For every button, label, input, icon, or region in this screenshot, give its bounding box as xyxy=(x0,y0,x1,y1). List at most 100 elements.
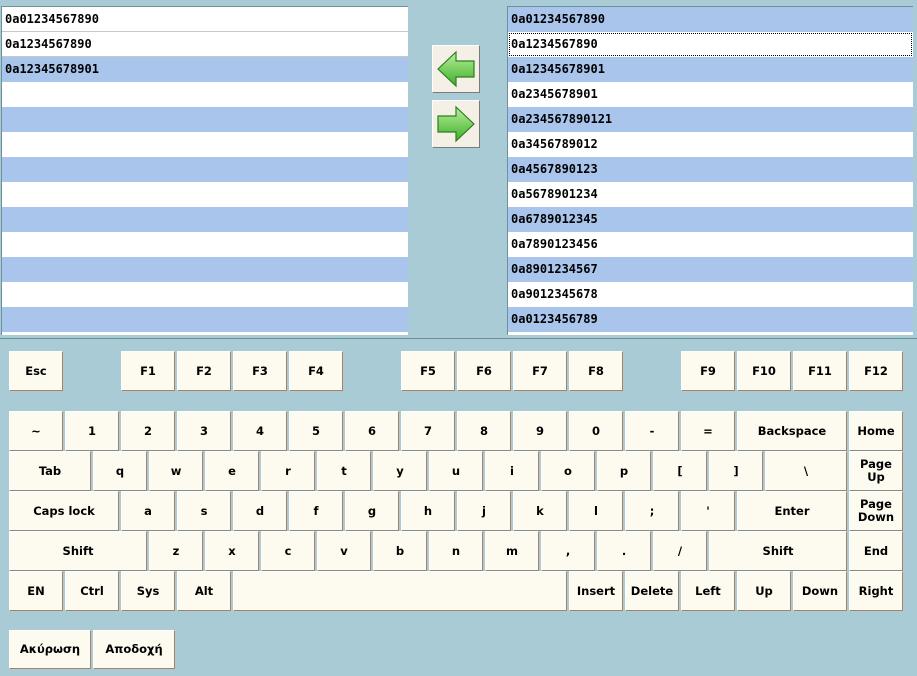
key-f7[interactable]: F7 xyxy=(513,351,567,391)
key-f8[interactable]: F8 xyxy=(569,351,623,391)
cancel-button[interactable]: Ακύρωση xyxy=(9,630,91,669)
key-w[interactable]: w xyxy=(149,451,203,491)
key-g[interactable]: g xyxy=(345,491,399,531)
list-item[interactable]: 0a1234567890 xyxy=(2,32,408,57)
move-right-button[interactable] xyxy=(432,100,480,148)
key-j[interactable]: j xyxy=(457,491,511,531)
key-tab[interactable]: Tab xyxy=(9,451,91,491)
key-backslash[interactable]: \ xyxy=(765,451,847,491)
accept-button[interactable]: Αποδοχή xyxy=(93,630,175,669)
list-item[interactable]: 0a5678901234 xyxy=(508,182,913,207)
list-item[interactable]: 0a3456789012 xyxy=(508,132,913,157)
key-equals[interactable]: = xyxy=(681,411,735,451)
key-n[interactable]: n xyxy=(429,531,483,571)
move-left-button[interactable] xyxy=(432,45,480,93)
key-o[interactable]: o xyxy=(541,451,595,491)
list-item[interactable]: 0a7890123456 xyxy=(508,232,913,257)
key-0[interactable]: 0 xyxy=(569,411,623,451)
key-f4[interactable]: F4 xyxy=(289,351,343,391)
key-h[interactable]: h xyxy=(401,491,455,531)
key-rbracket[interactable]: ] xyxy=(709,451,763,491)
key-comma[interactable]: , xyxy=(541,531,595,571)
key-t[interactable]: t xyxy=(317,451,371,491)
key-f11[interactable]: F11 xyxy=(793,351,847,391)
key-slash[interactable]: / xyxy=(653,531,707,571)
key-end[interactable]: End xyxy=(849,531,903,571)
key-8[interactable]: 8 xyxy=(457,411,511,451)
key-c[interactable]: c xyxy=(261,531,315,571)
key-insert[interactable]: Insert xyxy=(569,571,623,611)
key-f5[interactable]: F5 xyxy=(401,351,455,391)
key-7[interactable]: 7 xyxy=(401,411,455,451)
key-f1[interactable]: F1 xyxy=(121,351,175,391)
key-a[interactable]: a xyxy=(121,491,175,531)
key-page-up[interactable]: Page Up xyxy=(849,451,903,491)
list-item[interactable]: 0a1234567890 xyxy=(508,32,913,57)
key-u[interactable]: u xyxy=(429,451,483,491)
key-up[interactable]: Up xyxy=(737,571,791,611)
key-f10[interactable]: F10 xyxy=(737,351,791,391)
key-right[interactable]: Right xyxy=(849,571,903,611)
list-item[interactable]: 0a6789012345 xyxy=(508,207,913,232)
key-ctrl[interactable]: Ctrl xyxy=(65,571,119,611)
list-item[interactable]: 0a01234567890 xyxy=(508,7,913,32)
key-l[interactable]: l xyxy=(569,491,623,531)
list-item[interactable]: 0a12345678901 xyxy=(2,57,408,82)
key-f12[interactable]: F12 xyxy=(849,351,903,391)
key-alt[interactable]: Alt xyxy=(177,571,231,611)
key-page-down[interactable]: Page Down xyxy=(849,491,903,531)
key-4[interactable]: 4 xyxy=(233,411,287,451)
key-3[interactable]: 3 xyxy=(177,411,231,451)
key-en[interactable]: EN xyxy=(9,571,63,611)
list-item[interactable]: 0a234567890121 xyxy=(508,107,913,132)
key-f6[interactable]: F6 xyxy=(457,351,511,391)
key-delete[interactable]: Delete xyxy=(625,571,679,611)
key-quote[interactable]: ' xyxy=(681,491,735,531)
key-y[interactable]: y xyxy=(373,451,427,491)
key-left[interactable]: Left xyxy=(681,571,735,611)
key-esc[interactable]: Esc xyxy=(9,351,63,391)
list-item[interactable]: 0a2345678901 xyxy=(508,82,913,107)
list-item[interactable]: 0a12345678901 xyxy=(508,57,913,82)
key-k[interactable]: k xyxy=(513,491,567,531)
key-enter[interactable]: Enter xyxy=(737,491,847,531)
key-p[interactable]: p xyxy=(597,451,651,491)
key-q[interactable]: q xyxy=(93,451,147,491)
key-backspace[interactable]: Backspace xyxy=(737,411,847,451)
key-down[interactable]: Down xyxy=(793,571,847,611)
key-sys[interactable]: Sys xyxy=(121,571,175,611)
key-home[interactable]: Home xyxy=(849,411,903,451)
key-2[interactable]: 2 xyxy=(121,411,175,451)
key-f3[interactable]: F3 xyxy=(233,351,287,391)
key-shift-right[interactable]: Shift xyxy=(709,531,847,571)
key-shift-left[interactable]: Shift xyxy=(9,531,147,571)
key-f[interactable]: f xyxy=(289,491,343,531)
key-9[interactable]: 9 xyxy=(513,411,567,451)
key-z[interactable]: z xyxy=(149,531,203,571)
key-x[interactable]: x xyxy=(205,531,259,571)
key-i[interactable]: i xyxy=(485,451,539,491)
key-b[interactable]: b xyxy=(373,531,427,571)
key-period[interactable]: . xyxy=(597,531,651,571)
list-item[interactable]: 0a9012345678 xyxy=(508,282,913,307)
list-item[interactable]: 0a4567890123 xyxy=(508,157,913,182)
key-v[interactable]: v xyxy=(317,531,371,571)
key-6[interactable]: 6 xyxy=(345,411,399,451)
key-e[interactable]: e xyxy=(205,451,259,491)
key-caps-lock[interactable]: Caps lock xyxy=(9,491,119,531)
key-m[interactable]: m xyxy=(485,531,539,571)
key-s[interactable]: s xyxy=(177,491,231,531)
target-list[interactable]: 0a01234567890 0a1234567890 0a12345678901 0a… xyxy=(507,6,913,335)
key-r[interactable]: r xyxy=(261,451,315,491)
key-5[interactable]: 5 xyxy=(289,411,343,451)
list-item[interactable]: 0a8901234567 xyxy=(508,257,913,282)
key-d[interactable]: d xyxy=(233,491,287,531)
key-f9[interactable]: F9 xyxy=(681,351,735,391)
key-minus[interactable]: - xyxy=(625,411,679,451)
key-lbracket[interactable]: [ xyxy=(653,451,707,491)
key-tilde[interactable]: ~ xyxy=(9,411,63,451)
key-f2[interactable]: F2 xyxy=(177,351,231,391)
key-semicolon[interactable]: ; xyxy=(625,491,679,531)
list-item[interactable]: 0a01234567890 xyxy=(2,7,408,32)
list-item[interactable]: 0a0123456789 xyxy=(508,307,913,332)
